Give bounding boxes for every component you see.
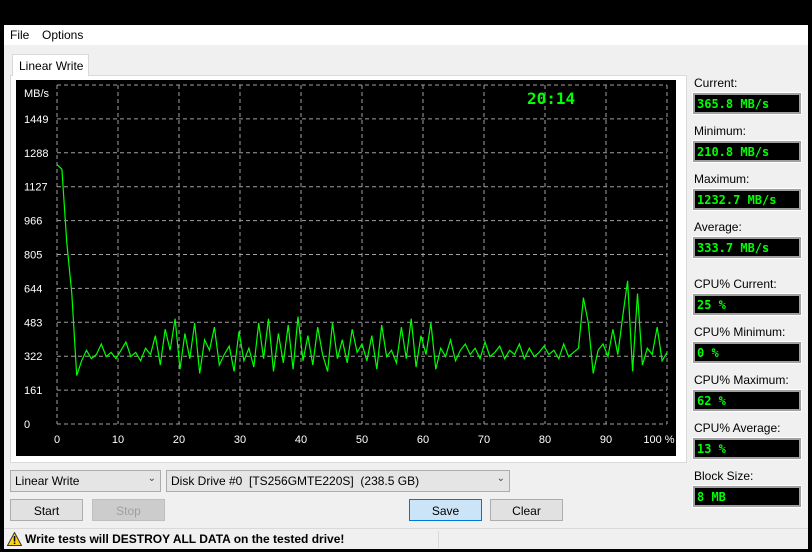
x-tick-label: 0 [54,434,60,446]
y-tick-label: 0 [24,419,30,431]
test-type-value: Linear Write [15,474,80,488]
cpu-maximum-value: 62 % [692,389,802,412]
test-type-select[interactable]: Linear Write ⌄ [10,470,161,492]
cpu-current-value: 25 % [692,293,802,316]
cpu-current-label: CPU% Current: [694,277,777,291]
y-axis-label: MB/s [24,88,50,100]
y-tick-label: 322 [24,351,42,363]
x-tick-label: 70 [478,434,490,446]
y-tick-label: 1449 [24,114,48,126]
status-bar: Write tests will DESTROY ALL DATA on the… [4,528,808,549]
warning-icon [7,532,22,546]
status-message: Write tests will DESTROY ALL DATA on the… [25,532,345,546]
start-button[interactable]: Start [10,499,83,521]
menu-file[interactable]: File [10,28,29,42]
average-value: 333.7 MB/s [692,236,802,259]
y-tick-label: 966 [24,216,42,228]
cpu-average-value: 13 % [692,437,802,460]
x-tick-label: 30 [234,434,246,446]
x-tick-label: 40 [295,434,307,446]
maximum-value: 1232.7 MB/s [692,188,802,211]
cpu-minimum-value: 0 % [692,341,802,364]
block-size-label: Block Size: [694,469,754,483]
x-tick-label: 100 % [643,434,674,446]
current-label: Current: [694,76,738,90]
chevron-down-icon: ⌄ [496,473,505,484]
cpu-minimum-label: CPU% Minimum: [694,325,786,339]
app-window: File Options Linear Write MB/s 0 161 322 483… [4,25,808,549]
menu-bar: File Options [4,25,808,45]
chevron-down-icon: ⌄ [147,473,156,484]
current-value: 365.8 MB/s [692,92,802,115]
x-tick-label: 80 [539,434,551,446]
x-tick-label: 20 [173,434,185,446]
stop-button[interactable]: Stop [92,499,165,521]
minimum-label: Minimum: [694,124,747,138]
y-tick-label: 1288 [24,148,48,160]
cpu-maximum-label: CPU% Maximum: [694,373,789,387]
y-tick-label: 483 [24,317,42,329]
chart-svg: MB/s 0 161 322 483 644 805 966 1127 1288 1449 0 10 20… [24,84,675,446]
average-label: Average: [694,220,742,234]
x-tick-label: 90 [600,434,612,446]
x-tick-label: 10 [112,434,124,446]
block-size-value: 8 MB [692,485,802,508]
maximum-label: Maximum: [694,172,750,186]
y-tick-label: 644 [24,283,42,295]
minimum-value: 210.8 MB/s [692,140,802,163]
y-tick-label: 805 [24,250,42,262]
cpu-average-label: CPU% Average: [694,421,781,435]
speed-chart: MB/s 0 161 322 483 644 805 966 1127 1288 1449 0 10 20… [16,80,676,456]
clear-button[interactable]: Clear [490,499,563,521]
y-tick-label: 161 [24,385,42,397]
menu-options[interactable]: Options [42,28,83,42]
elapsed-timer: 20:14 [527,89,576,108]
y-tick-label: 1127 [24,182,48,194]
drive-select[interactable]: Disk Drive #0 [TS256GMTE220S] (238.5 GB)… [166,470,510,492]
x-tick-label: 50 [356,434,368,446]
tab-linear-write[interactable]: Linear Write [12,54,89,76]
save-button[interactable]: Save [409,499,482,521]
status-separator [438,531,439,548]
x-tick-label: 60 [417,434,429,446]
drive-value: Disk Drive #0 [TS256GMTE220S] (238.5 GB) [171,474,420,488]
